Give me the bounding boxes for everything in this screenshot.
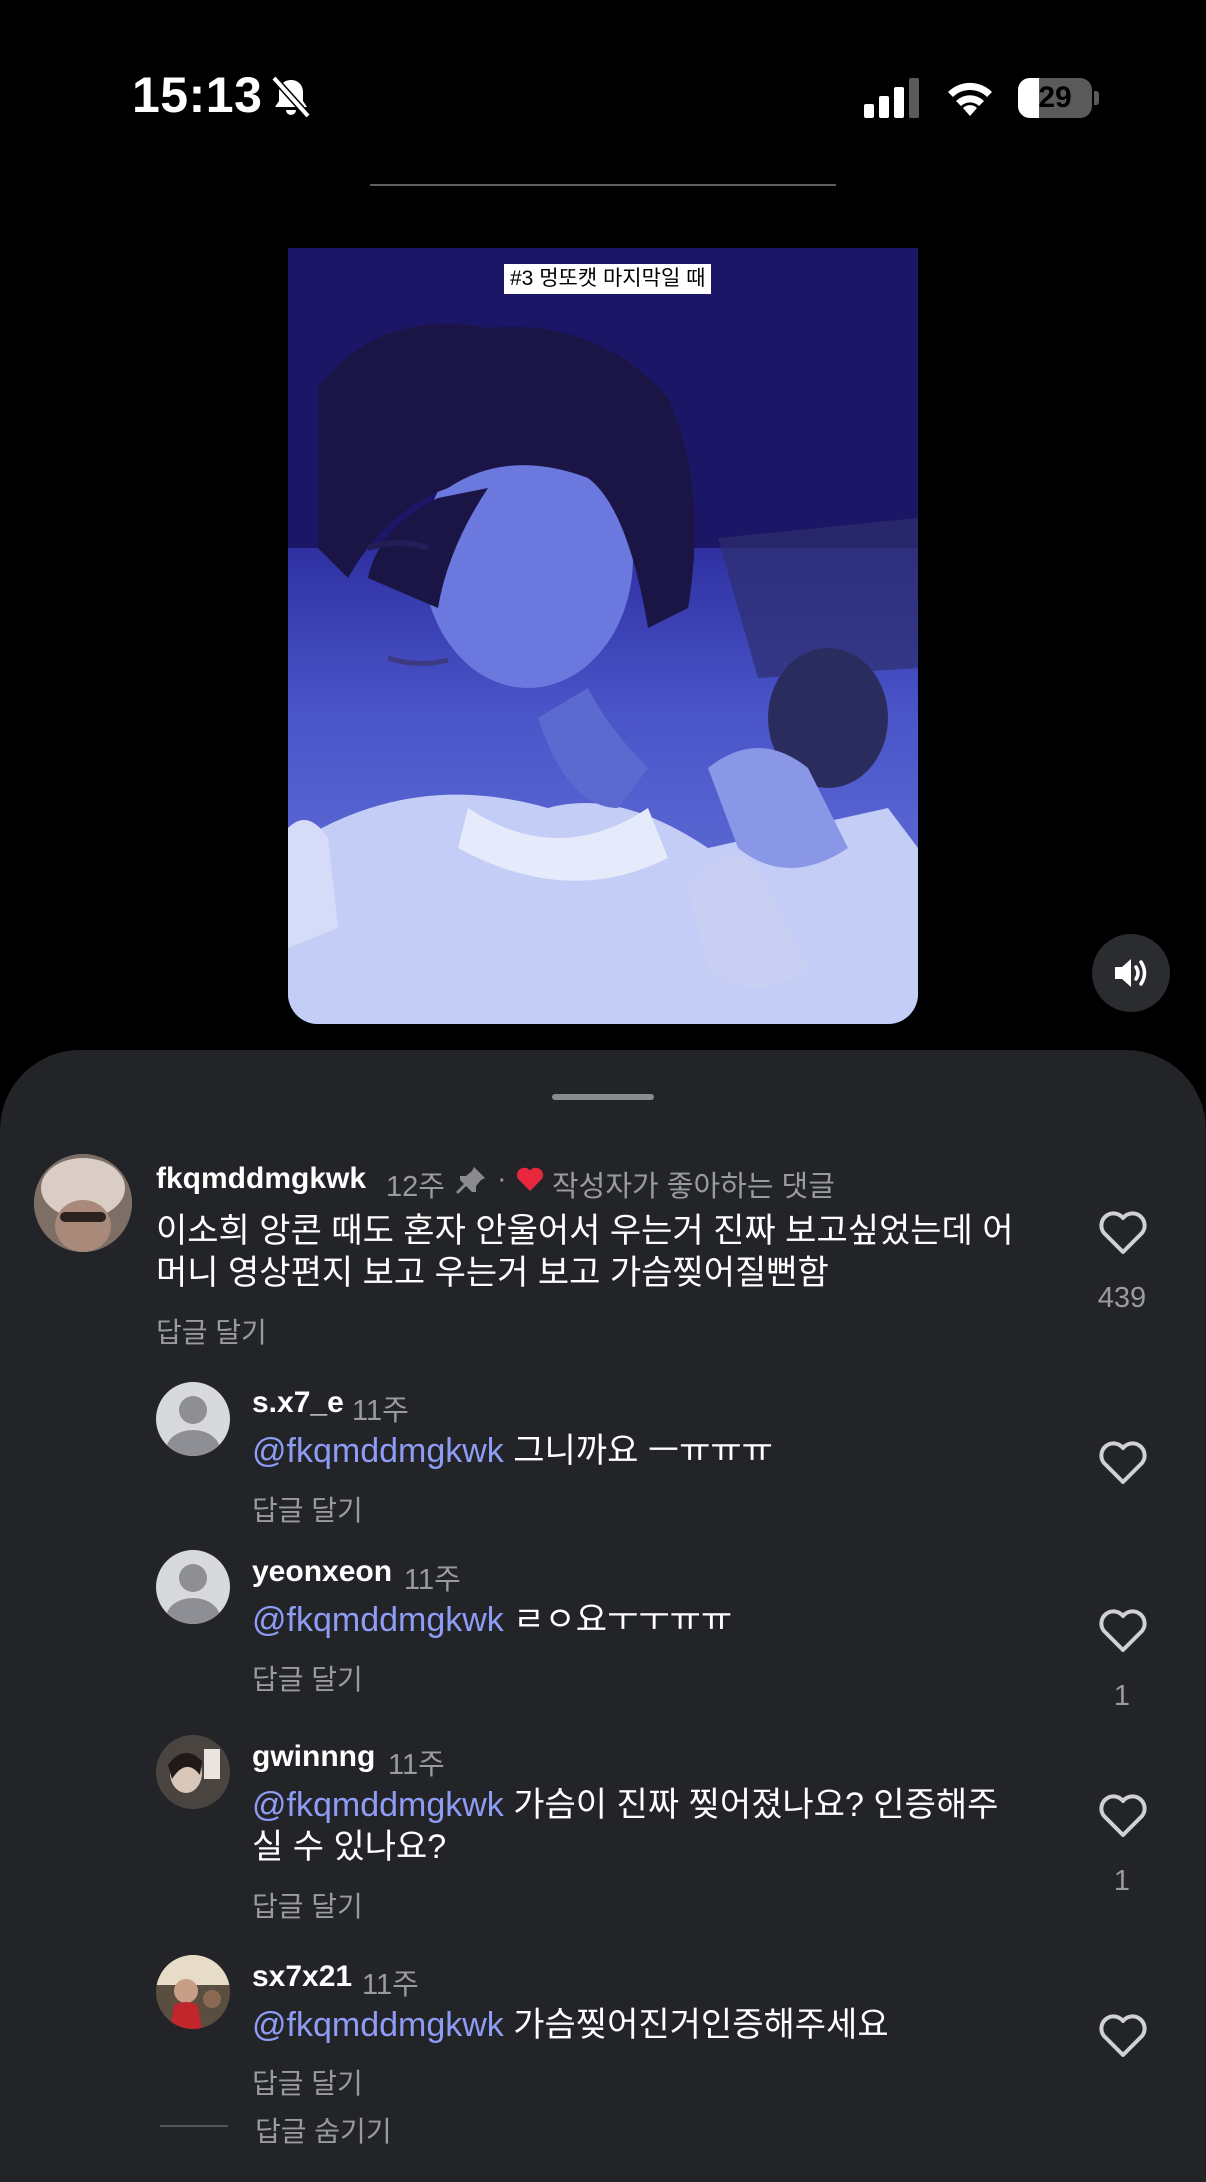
video-caption: #3 멍또캣 마지막일 때	[504, 264, 712, 294]
reply-username[interactable]: gwinnng	[252, 1740, 375, 1774]
status-time: 15:13	[132, 67, 263, 123]
comment-text: 이소희 앙콘 때도 혼자 안울어서 우는거 진짜 보고싶었는데 어머니 영상편지…	[156, 1212, 1014, 1292]
reply-button[interactable]: 답글 달기	[252, 1658, 363, 1698]
creator-liked-label: 작성자가 좋아하는 댓글	[552, 1171, 835, 1203]
pin-icon	[456, 1167, 485, 1194]
avatar[interactable]	[156, 1550, 230, 1624]
avatar[interactable]	[156, 1382, 230, 1456]
avatar[interactable]	[156, 1735, 230, 1809]
hide-replies-button[interactable]: 답글 숨기기	[255, 2110, 392, 2150]
reply-text: @fkqmddmgkwk 가슴이 진짜 찢어졌나요? 인증해주	[252, 1786, 999, 1824]
creator-liked-heart-icon	[516, 1167, 544, 1191]
battery-percent: 29	[1038, 81, 1072, 114]
mention-link[interactable]: @fkqmddmgkwk	[252, 1432, 504, 1470]
reply-text: @fkqmddmgkwk 가슴찢어진거인증해주세요	[252, 2006, 889, 2044]
mention-link[interactable]: @fkqmddmgkwk	[252, 1786, 504, 1824]
like-count: 1	[1113, 1865, 1131, 1897]
reply-text-continued: 실 수 있나요?	[252, 1828, 447, 1866]
reply-age: 11주	[388, 1749, 445, 1781]
bell-slash-icon	[271, 75, 311, 119]
reply-text: @fkqmddmgkwk 그니까요 ㅡㅠㅠㅠ	[252, 1432, 773, 1470]
speaker-icon	[1115, 959, 1147, 987]
avatar[interactable]	[156, 1955, 230, 2029]
reply-button[interactable]: 답글 달기	[156, 1311, 267, 1351]
like-heart-icon[interactable]	[1098, 1210, 1148, 1256]
cellular-signal-icon	[864, 78, 919, 118]
mention-link[interactable]: @fkqmddmgkwk	[252, 1601, 504, 1639]
reply-age: 11주	[404, 1564, 461, 1596]
like-count: 439	[1097, 1282, 1147, 1314]
reply-username[interactable]: s.x7_e	[252, 1386, 344, 1420]
like-heart-icon[interactable]	[1098, 2013, 1148, 2059]
reply-button[interactable]: 답글 달기	[252, 2062, 363, 2102]
battery-indicator: 29	[1018, 78, 1099, 118]
like-heart-icon[interactable]	[1098, 1608, 1148, 1654]
comment-username[interactable]: fkqmddmgkwk	[156, 1162, 366, 1196]
avatar[interactable]	[34, 1154, 132, 1252]
comment-age: 12주	[386, 1171, 445, 1203]
top-handle	[370, 184, 836, 186]
like-count: 1	[1113, 1680, 1131, 1712]
reply-button[interactable]: 답글 달기	[252, 1885, 363, 1925]
wifi-icon	[948, 82, 992, 116]
like-heart-icon[interactable]	[1098, 1440, 1148, 1486]
reply-age: 11주	[352, 1395, 409, 1427]
reply-text: @fkqmddmgkwk ㄹㅇ요ㅜㅜㅠㅠ	[252, 1601, 733, 1639]
reply-button[interactable]: 답글 달기	[252, 1489, 363, 1529]
video-player[interactable]: #3 멍또캣 마지막일 때	[288, 248, 918, 1024]
sheet-drag-handle[interactable]	[552, 1094, 654, 1100]
reply-username[interactable]: yeonxeon	[252, 1555, 392, 1589]
video-frame	[288, 248, 918, 1024]
status-bar: 15:13 29	[0, 0, 1206, 190]
reply-age: 11주	[362, 1969, 419, 2001]
like-heart-icon[interactable]	[1098, 1793, 1148, 1839]
reply-username[interactable]: sx7x21	[252, 1960, 352, 1994]
hide-replies-divider	[160, 2125, 228, 2127]
mention-link[interactable]: @fkqmddmgkwk	[252, 2006, 504, 2044]
sound-toggle-button[interactable]	[1092, 934, 1170, 1012]
